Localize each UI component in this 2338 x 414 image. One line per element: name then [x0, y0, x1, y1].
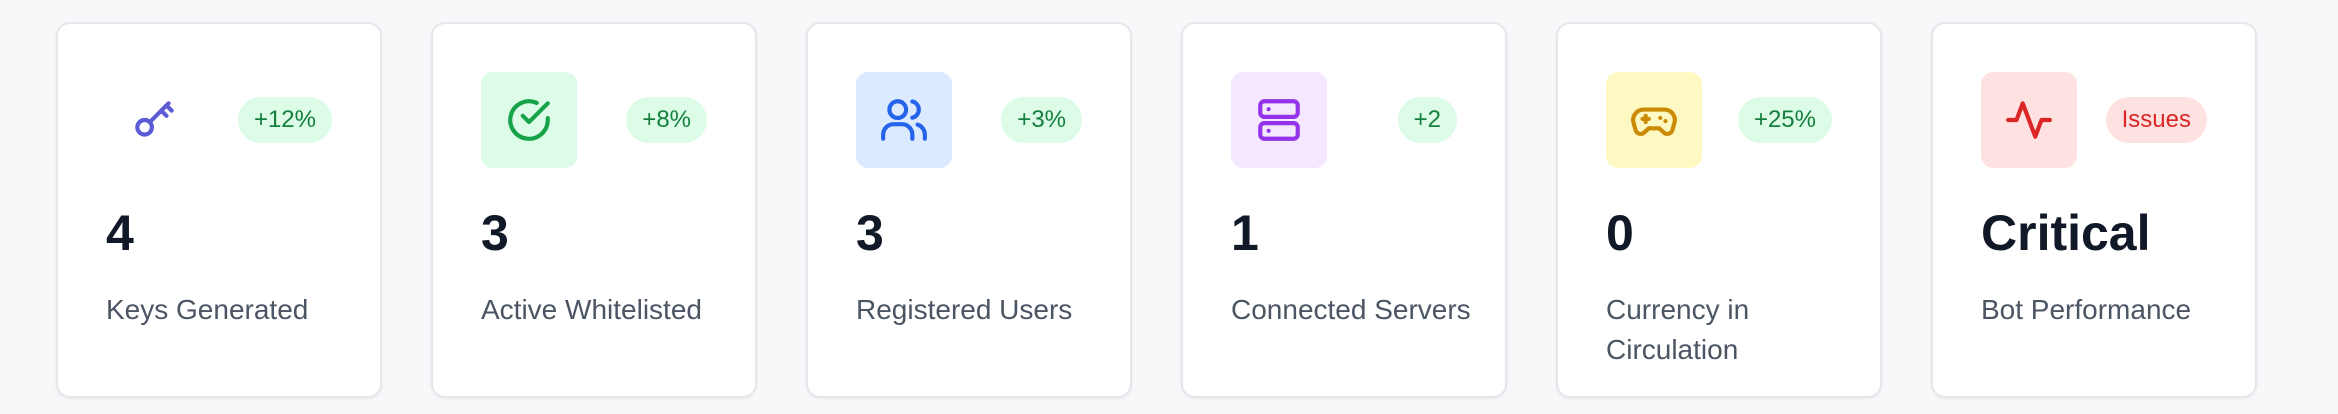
gamepad-icon	[1631, 107, 1677, 136]
trend-badge: +12%	[237, 97, 332, 143]
stat-value: 3	[481, 205, 509, 261]
stat-icon-box	[1606, 72, 1702, 168]
stat-card-registered-users: +3% 3 Registered Users	[806, 22, 1132, 398]
stat-value: 1	[1231, 205, 1259, 261]
stat-label: Keys Generated	[106, 294, 309, 325]
stat-icon-box	[1231, 72, 1327, 168]
stat-card-connected-servers: +2 1 Connected Servers	[1181, 22, 1507, 398]
trend-badge: +3%	[1001, 97, 1082, 143]
issues-badge: Issues	[2105, 97, 2207, 143]
stats-cards: +12% 4 Keys Generated +8% 3 Active White…	[56, 22, 2257, 398]
stat-icon-box	[481, 72, 577, 168]
users-icon	[881, 99, 927, 141]
stat-card-keys-generated: +12% 4 Keys Generated	[56, 22, 382, 398]
stat-value: Critical	[1981, 205, 2151, 261]
stat-icon-box	[856, 72, 952, 168]
stat-label: Currency in Circulation	[1606, 294, 1750, 365]
activity-icon	[2006, 101, 2052, 139]
stat-value: 3	[856, 205, 884, 261]
stat-label: Bot Performance	[1981, 294, 2192, 325]
stat-value: 4	[106, 205, 134, 261]
stat-label: Registered Users	[856, 294, 1073, 325]
stat-card-currency-circulation: +25% 0 Currency in Circulation	[1556, 22, 1882, 398]
trend-badge: +2	[1397, 97, 1457, 143]
key-icon	[135, 101, 174, 137]
check-circle-icon	[508, 99, 550, 141]
stat-card-active-whitelisted: +8% 3 Active Whitelisted	[431, 22, 757, 398]
stat-icon-box	[1981, 72, 2077, 168]
trend-badge: +25%	[1737, 97, 1832, 143]
stat-card-bot-performance: Issues Critical Bot Performance	[1931, 22, 2257, 398]
trend-badge: +8%	[626, 97, 707, 143]
stat-label: Connected Servers	[1231, 294, 1471, 325]
server-icon	[1258, 99, 1300, 141]
stat-value: 0	[1606, 205, 1634, 261]
stat-label: Active Whitelisted	[481, 294, 702, 325]
stat-icon-box	[106, 72, 202, 168]
